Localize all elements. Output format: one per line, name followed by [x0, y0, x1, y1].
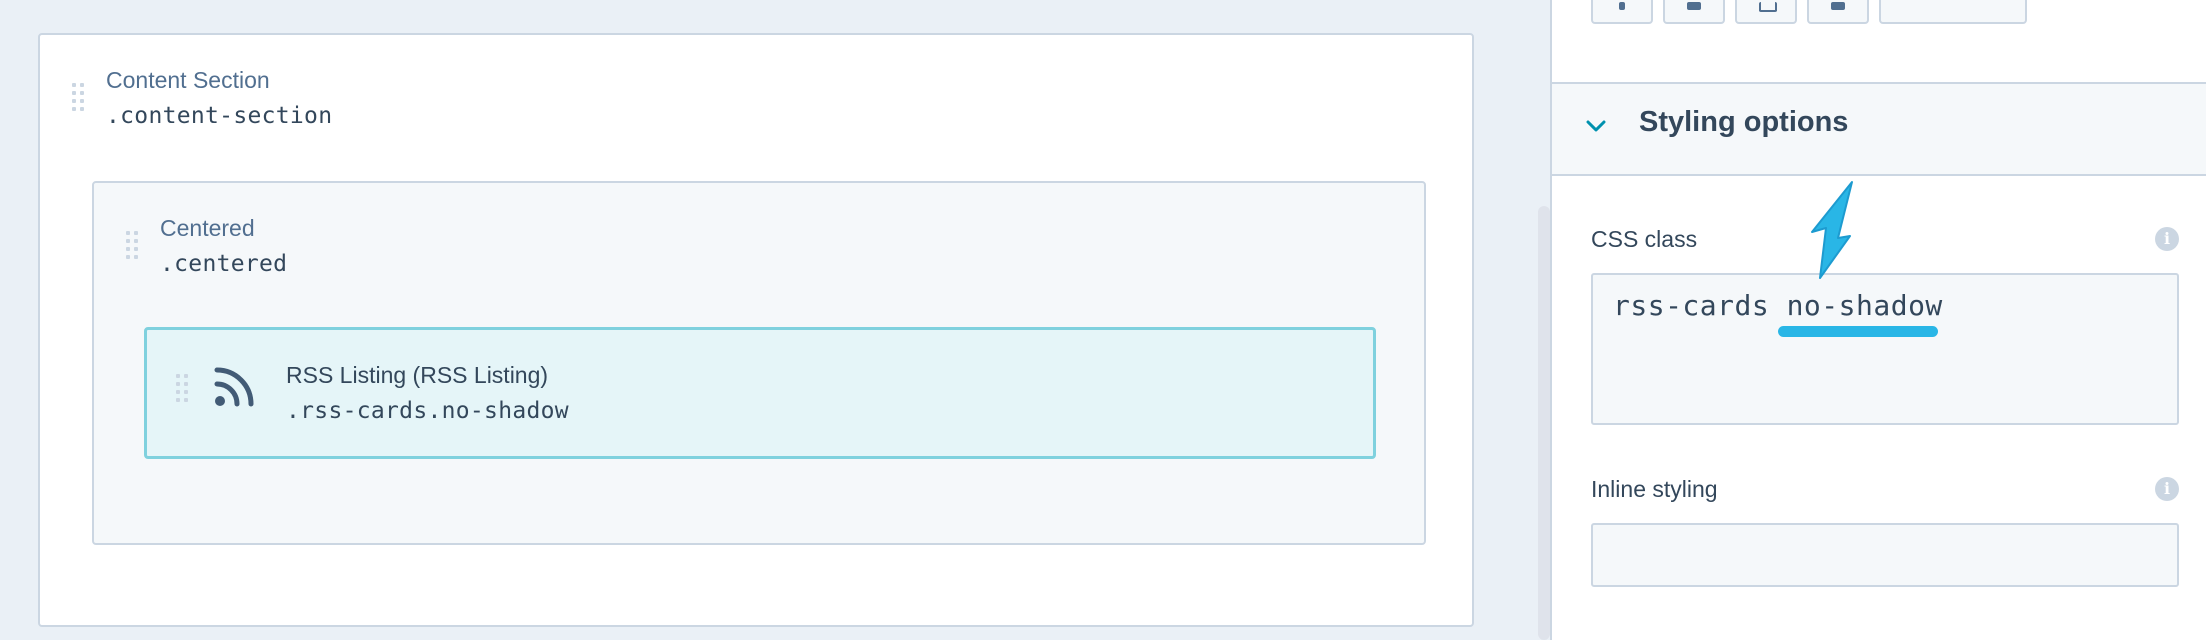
- drag-handle-icon[interactable]: [72, 83, 84, 115]
- content-section-class: .content-section: [106, 103, 333, 129]
- styling-options-header[interactable]: Styling options: [1552, 82, 2206, 176]
- css-class-value: rss-cards no-shadow: [1613, 289, 1943, 322]
- canvas-scrollbar-thumb[interactable]: [1538, 206, 1550, 640]
- annotation-arrow-icon: [1811, 181, 1853, 279]
- bracket-icon: [1759, 2, 1777, 12]
- drag-handle-icon[interactable]: [176, 374, 188, 406]
- toolbar-button-2[interactable]: [1663, 0, 1725, 24]
- content-section-label: Content Section: [106, 67, 270, 93]
- delete-icon: [1831, 2, 1845, 10]
- css-class-label: CSS class: [1591, 226, 1698, 252]
- drag-handle-icon[interactable]: [126, 231, 138, 263]
- more-icon: [1619, 2, 1625, 10]
- info-icon[interactable]: i: [2155, 477, 2179, 501]
- settings-panel: Styling options CSS class i rss-cards no…: [1550, 0, 2206, 640]
- css-class-input[interactable]: rss-cards no-shadow: [1591, 273, 2179, 425]
- rss-icon: [214, 367, 254, 407]
- inline-styling-label: Inline styling: [1591, 476, 1718, 502]
- rss-listing-label: RSS Listing (RSS Listing): [286, 362, 549, 388]
- centered-label: Centered: [160, 215, 255, 241]
- rss-listing-module[interactable]: RSS Listing (RSS Listing) .rss-cards.no-…: [144, 327, 1376, 459]
- editor-canvas: Content Section .content-section Centere…: [0, 0, 1538, 640]
- chevron-down-icon: [1586, 120, 1606, 132]
- centered-module[interactable]: Centered .centered RSS Listing (RSS List…: [92, 181, 1426, 545]
- content-section-module[interactable]: Content Section .content-section Centere…: [38, 33, 1474, 627]
- inline-styling-input[interactable]: [1591, 523, 2179, 587]
- info-icon[interactable]: i: [2155, 227, 2179, 251]
- annotation-underline: [1778, 326, 1938, 337]
- toolbar-button-4[interactable]: [1807, 0, 1869, 24]
- toolbar-button-3[interactable]: [1735, 0, 1797, 24]
- toolbar-button-1[interactable]: [1591, 0, 1653, 24]
- clone-icon: [1687, 2, 1701, 10]
- centered-class: .centered: [160, 251, 288, 277]
- toolbar-button-5[interactable]: [1879, 0, 2027, 24]
- styling-options-title: Styling options: [1639, 106, 1849, 138]
- rss-listing-class: .rss-cards.no-shadow: [286, 398, 569, 424]
